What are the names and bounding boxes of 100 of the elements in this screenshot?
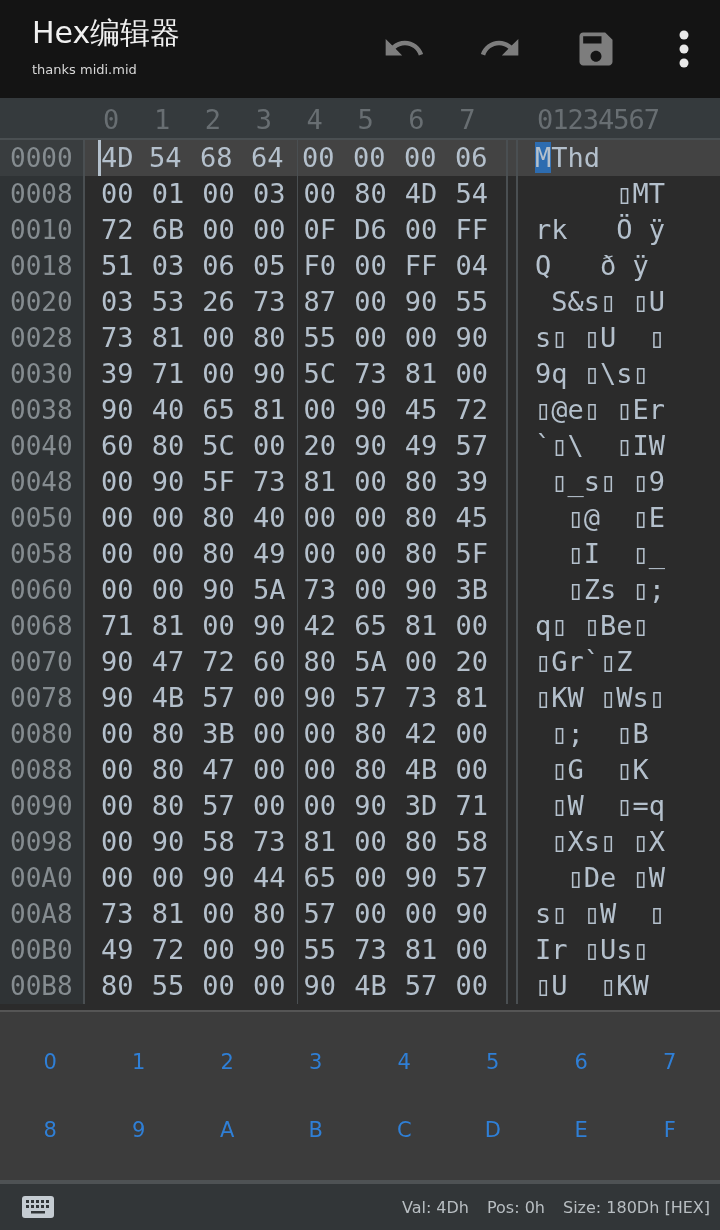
hex-byte[interactable]: 49 bbox=[404, 428, 456, 464]
hex-byte[interactable]: 42 bbox=[404, 716, 456, 752]
hex-byte[interactable]: 00 bbox=[404, 140, 455, 176]
hex-byte[interactable]: 72 bbox=[151, 932, 203, 968]
hex-byte[interactable]: 81 bbox=[303, 464, 355, 500]
hex-byte[interactable]: 20 bbox=[455, 644, 506, 680]
hex-byte[interactable]: 44 bbox=[252, 860, 304, 896]
hex-byte[interactable]: 73 bbox=[252, 824, 304, 860]
hex-byte[interactable]: 03 bbox=[101, 284, 152, 320]
hex-byte[interactable]: 00 bbox=[303, 752, 355, 788]
hex-byte[interactable]: 80 bbox=[354, 176, 405, 212]
hex-byte[interactable]: 00 bbox=[151, 860, 203, 896]
hex-byte[interactable]: 90 bbox=[252, 608, 304, 644]
hex-byte[interactable]: 40 bbox=[252, 500, 304, 536]
hex-byte[interactable]: 00 bbox=[101, 860, 152, 896]
hex-byte[interactable]: 00 bbox=[303, 788, 355, 824]
hex-byte[interactable]: 42 bbox=[303, 608, 355, 644]
hex-byte[interactable]: 00 bbox=[252, 752, 304, 788]
hex-byte[interactable]: 72 bbox=[202, 644, 253, 680]
hex-byte[interactable]: 73 bbox=[354, 932, 405, 968]
hex-byte[interactable]: 00 bbox=[354, 464, 405, 500]
hex-byte[interactable]: 00 bbox=[101, 752, 152, 788]
hex-byte[interactable]: 80 bbox=[101, 968, 152, 1004]
hex-byte[interactable]: 80 bbox=[151, 788, 203, 824]
hex-byte[interactable]: 00 bbox=[303, 176, 355, 212]
hex-byte[interactable]: 81 bbox=[404, 608, 456, 644]
hex-byte[interactable]: 00 bbox=[455, 716, 506, 752]
hex-byte[interactable]: 03 bbox=[151, 248, 203, 284]
hex-byte[interactable]: 04 bbox=[455, 248, 506, 284]
hex-byte[interactable]: 00 bbox=[455, 356, 506, 392]
hex-byte[interactable]: 57 bbox=[202, 788, 253, 824]
hex-byte[interactable]: 57 bbox=[455, 428, 506, 464]
hex-byte[interactable]: 73 bbox=[404, 680, 456, 716]
hex-byte[interactable]: 65 bbox=[202, 392, 253, 428]
hex-byte[interactable]: 90 bbox=[303, 968, 355, 1004]
hex-byte[interactable]: 90 bbox=[101, 644, 152, 680]
hex-byte[interactable]: 00 bbox=[455, 932, 506, 968]
hex-byte[interactable]: 81 bbox=[252, 392, 304, 428]
hex-byte[interactable]: 55 bbox=[455, 284, 506, 320]
hex-byte[interactable]: 71 bbox=[151, 356, 203, 392]
hex-byte[interactable]: 81 bbox=[303, 824, 355, 860]
hex-byte[interactable]: 57 bbox=[404, 968, 456, 1004]
hex-byte[interactable]: 00 bbox=[252, 428, 304, 464]
hex-byte[interactable]: 00 bbox=[303, 392, 355, 428]
hex-byte[interactable]: 57 bbox=[303, 896, 355, 932]
hex-byte[interactable]: 90 bbox=[404, 284, 456, 320]
hex-byte[interactable]: 4D bbox=[404, 176, 456, 212]
hex-byte[interactable]: 5C bbox=[202, 428, 253, 464]
hex-byte[interactable]: 73 bbox=[252, 284, 304, 320]
hex-byte[interactable]: 65 bbox=[303, 860, 355, 896]
hex-byte[interactable]: 00 bbox=[151, 572, 203, 608]
hex-byte[interactable]: 90 bbox=[404, 860, 456, 896]
hex-byte[interactable]: 80 bbox=[404, 500, 456, 536]
hex-byte[interactable]: 40 bbox=[151, 392, 203, 428]
hex-byte[interactable]: 00 bbox=[354, 320, 405, 356]
hex-byte[interactable]: 06 bbox=[455, 140, 506, 176]
keyboard-icon[interactable] bbox=[22, 1196, 54, 1218]
hex-byte[interactable]: 39 bbox=[101, 356, 152, 392]
hex-byte[interactable]: 06 bbox=[202, 248, 253, 284]
hex-byte[interactable]: 90 bbox=[202, 860, 253, 896]
hex-byte[interactable]: F0 bbox=[303, 248, 355, 284]
hex-byte[interactable]: 55 bbox=[303, 320, 355, 356]
hex-byte[interactable]: 26 bbox=[202, 284, 253, 320]
hex-byte[interactable]: 01 bbox=[151, 176, 203, 212]
hex-byte[interactable]: 58 bbox=[202, 824, 253, 860]
hex-byte[interactable]: 71 bbox=[455, 788, 506, 824]
hex-byte[interactable]: 00 bbox=[354, 896, 405, 932]
hex-byte[interactable]: 57 bbox=[202, 680, 253, 716]
hex-byte[interactable]: 80 bbox=[303, 644, 355, 680]
hex-byte[interactable]: 00 bbox=[252, 716, 304, 752]
hex-byte[interactable]: 00 bbox=[404, 896, 456, 932]
hex-byte[interactable]: 81 bbox=[151, 896, 203, 932]
hex-byte[interactable]: 45 bbox=[455, 500, 506, 536]
hex-byte[interactable]: 73 bbox=[252, 464, 304, 500]
hex-byte[interactable]: 3B bbox=[455, 572, 506, 608]
hex-byte[interactable]: 72 bbox=[101, 212, 152, 248]
hex-byte[interactable]: 00 bbox=[202, 608, 253, 644]
hex-byte[interactable]: 90 bbox=[151, 464, 203, 500]
hex-byte[interactable]: 00 bbox=[354, 248, 405, 284]
hex-byte[interactable]: 81 bbox=[151, 320, 203, 356]
hex-byte[interactable]: 90 bbox=[354, 428, 405, 464]
hex-byte[interactable]: 00 bbox=[354, 572, 405, 608]
hex-byte[interactable]: 60 bbox=[252, 644, 304, 680]
hex-byte[interactable]: 5F bbox=[202, 464, 253, 500]
hex-byte[interactable]: 00 bbox=[202, 932, 253, 968]
hex-byte[interactable]: 00 bbox=[354, 284, 405, 320]
hex-byte[interactable]: 00 bbox=[101, 824, 152, 860]
hex-byte[interactable]: 81 bbox=[404, 356, 456, 392]
hex-byte[interactable]: 00 bbox=[354, 824, 405, 860]
hex-byte[interactable]: 00 bbox=[202, 896, 253, 932]
hex-byte[interactable]: 00 bbox=[404, 320, 456, 356]
hex-byte[interactable]: 90 bbox=[252, 932, 304, 968]
hex-byte[interactable]: 3B bbox=[202, 716, 253, 752]
hex-byte[interactable]: 4B bbox=[354, 968, 405, 1004]
hex-byte[interactable]: 03 bbox=[252, 176, 304, 212]
hex-byte[interactable]: 90 bbox=[354, 788, 405, 824]
hex-byte[interactable]: 00 bbox=[202, 320, 253, 356]
hex-byte[interactable]: 90 bbox=[455, 896, 506, 932]
hex-byte[interactable]: 00 bbox=[303, 536, 355, 572]
hex-byte[interactable]: 20 bbox=[303, 428, 355, 464]
